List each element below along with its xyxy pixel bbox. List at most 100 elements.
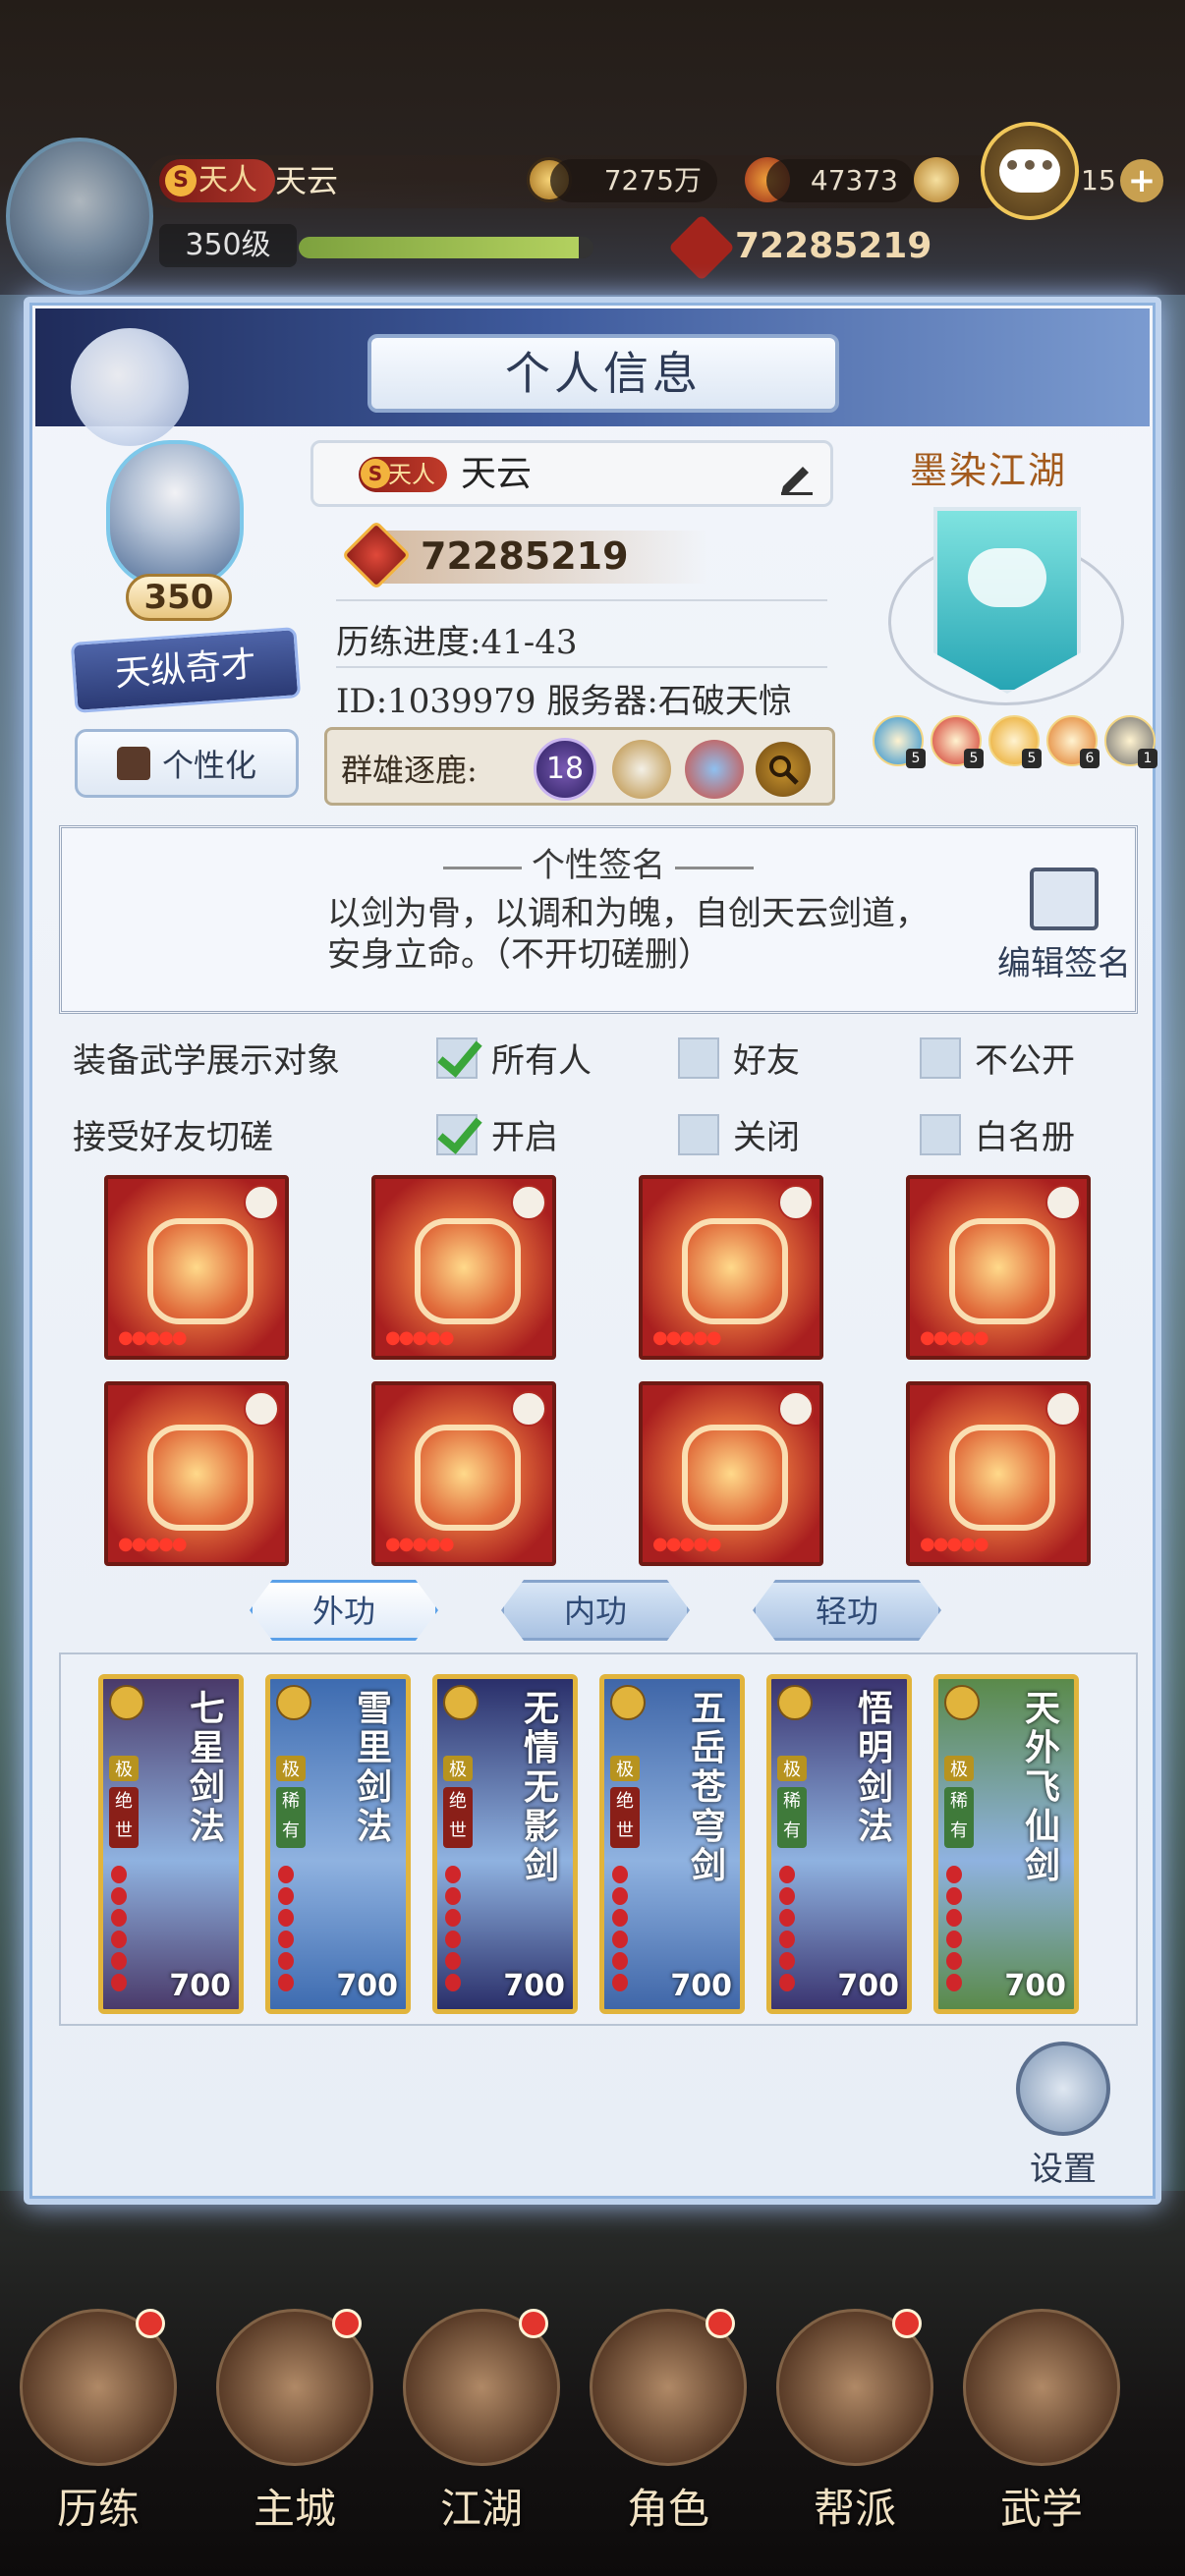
display-private-option[interactable]: 不公开 [920, 1034, 1075, 1082]
checkbox[interactable] [678, 1036, 719, 1079]
equipment-slot[interactable]: ●●●●● [639, 1175, 823, 1360]
gem-socket-icon [1045, 1391, 1081, 1427]
edit-name-icon[interactable] [777, 457, 817, 496]
martial-tabs: 外功 内功 轻功 [250, 1580, 941, 1641]
guild-buffs: 5 5 5 6 1 [873, 715, 1157, 768]
gem-socket-icon [511, 1391, 546, 1427]
arena-emblem-icon[interactable] [612, 740, 671, 799]
equipment-item-icon [147, 1218, 254, 1324]
checkbox-checked[interactable] [436, 1036, 478, 1079]
skill-level: 700 [670, 1969, 732, 2003]
guild-buff-icon[interactable]: 5 [931, 715, 984, 768]
yin-yang-icon [1016, 2042, 1110, 2136]
equipment-item-icon [415, 1425, 521, 1531]
duel-on-option[interactable]: 开启 [436, 1110, 558, 1158]
skill-grade-tag: 稀有 [944, 1787, 974, 1848]
nav-item[interactable]: 历练 [10, 2299, 187, 2554]
skill-refine-dots [612, 1866, 632, 1995]
equipment-slot[interactable]: ●●●●● [906, 1175, 1091, 1360]
skill-card[interactable]: 极绝世 五岳苍穹剑 700 [599, 1674, 745, 2014]
nav-label: 主城 [253, 2485, 336, 2533]
skill-tier-tag: 极 [109, 1756, 139, 1781]
equipment-slot[interactable]: ●●●●● [639, 1381, 823, 1566]
display-all-option[interactable]: 所有人 [436, 1034, 592, 1082]
checkbox[interactable] [678, 1113, 719, 1155]
arena-search-button[interactable] [756, 742, 811, 797]
nav-item[interactable]: 角色 [580, 2299, 757, 2554]
checkbox-checked[interactable] [436, 1113, 478, 1155]
nav-item[interactable]: 江湖 [393, 2299, 570, 2554]
outfit-icon [116, 747, 150, 780]
skill-card[interactable]: 极稀有 天外飞仙剑 700 [933, 1674, 1079, 2014]
skill-card[interactable]: 极绝世 无情无影剑 700 [432, 1674, 578, 2014]
personalize-button[interactable]: 个性化 [75, 729, 299, 798]
guild-buff-icon[interactable]: 6 [1046, 715, 1100, 768]
refine-dots-icon: ●●●●● [118, 1534, 188, 1554]
display-friends-option[interactable]: 好友 [678, 1034, 800, 1082]
skill-card[interactable]: 极稀有 悟明剑法 700 [766, 1674, 912, 2014]
combat-power: 72285219 [421, 534, 629, 578]
arena-rank-badge[interactable]: 18 [534, 738, 596, 801]
chat-button[interactable]: ••• [981, 122, 1079, 220]
guild-buff-icon[interactable]: 5 [988, 715, 1042, 768]
arena-box: 群雄逐鹿: 18 [324, 727, 835, 806]
checkbox[interactable] [920, 1113, 961, 1155]
equipment-item-icon [147, 1425, 254, 1531]
display-target-label: 装备武学展示对象 [73, 1041, 340, 1081]
skill-level: 700 [169, 1969, 231, 2003]
skill-grade-tag: 绝世 [109, 1787, 139, 1848]
display-friends-label: 好友 [733, 1041, 800, 1081]
nav-item[interactable]: 武学 [953, 2299, 1130, 2554]
profile-panel: 个人信息 350 天纵奇才 个性化 天人 S 天云 72285219 历练进度:… [24, 297, 1161, 2205]
equipment-slot[interactable]: ●●●●● [371, 1381, 556, 1566]
duel-whitelist-option[interactable]: 白名册 [920, 1110, 1075, 1158]
refine-dots-icon: ●●●●● [118, 1327, 188, 1348]
title-banner[interactable]: 天纵奇才 [70, 627, 302, 713]
skill-card[interactable]: 极稀有 雪里剑法 700 [265, 1674, 411, 2014]
equipment-slot[interactable]: ●●●●● [371, 1175, 556, 1360]
refine-dots-icon: ●●●●● [652, 1534, 722, 1554]
gem-socket-icon [511, 1185, 546, 1220]
skill-card[interactable]: 极绝世 七星剑法 700 [98, 1674, 244, 2014]
skill-name: 悟明剑法 [858, 1688, 894, 1847]
coin-amount: 7275万 [550, 159, 717, 202]
chat-bubble-icon: ••• [999, 149, 1060, 193]
add-currency-button[interactable]: + [1120, 159, 1163, 202]
duel-off-option[interactable]: 关闭 [678, 1110, 800, 1158]
skill-refine-dots [278, 1866, 298, 1995]
settings-button[interactable]: 设置 [1004, 2042, 1122, 2190]
guild-buff-icon[interactable]: 1 [1104, 715, 1157, 768]
edit-signature-button[interactable]: 编辑签名 [986, 868, 1143, 984]
tab-internal[interactable]: 内功 [501, 1580, 690, 1641]
tab-external[interactable]: 外功 [250, 1580, 438, 1641]
skill-crest-icon [443, 1685, 479, 1720]
rank-s-badge: S [361, 459, 390, 488]
guild-buff-icon[interactable]: 5 [873, 715, 926, 768]
settings-label: 设置 [1030, 2150, 1097, 2189]
crossed-swords-icon[interactable] [685, 740, 744, 799]
equipment-slot[interactable]: ●●●●● [104, 1175, 289, 1360]
hud-avatar[interactable] [6, 138, 153, 295]
skill-refine-dots [111, 1866, 131, 1995]
avatar[interactable] [106, 440, 244, 588]
refine-dots-icon: ●●●●● [652, 1327, 722, 1348]
checkbox[interactable] [920, 1036, 961, 1079]
skill-level: 700 [503, 1969, 565, 2003]
equipment-slot[interactable]: ●●●●● [104, 1381, 289, 1566]
equipment-slot[interactable]: ●●●●● [906, 1381, 1091, 1566]
signature-box: 个性签名 以剑为骨，以调和为魄，自创天云剑道，安身立命。（不开切磋删） 编辑签名 [59, 825, 1138, 1014]
ornament [443, 866, 522, 869]
notification-dot [705, 2309, 735, 2338]
buff-level: 6 [1080, 749, 1100, 768]
ornament [675, 866, 754, 869]
equipment-item-icon [415, 1218, 521, 1324]
skill-crest-icon [276, 1685, 311, 1720]
skill-tier-tag: 极 [610, 1756, 640, 1781]
tab-lightness[interactable]: 轻功 [753, 1580, 941, 1641]
notification-dot [136, 2309, 165, 2338]
nav-item[interactable]: 主城 [206, 2299, 383, 2554]
notification-dot [519, 2309, 548, 2338]
skill-tier-tag: 极 [443, 1756, 473, 1781]
nav-item[interactable]: 帮派 [766, 2299, 943, 2554]
buff-level: 5 [1022, 749, 1042, 768]
